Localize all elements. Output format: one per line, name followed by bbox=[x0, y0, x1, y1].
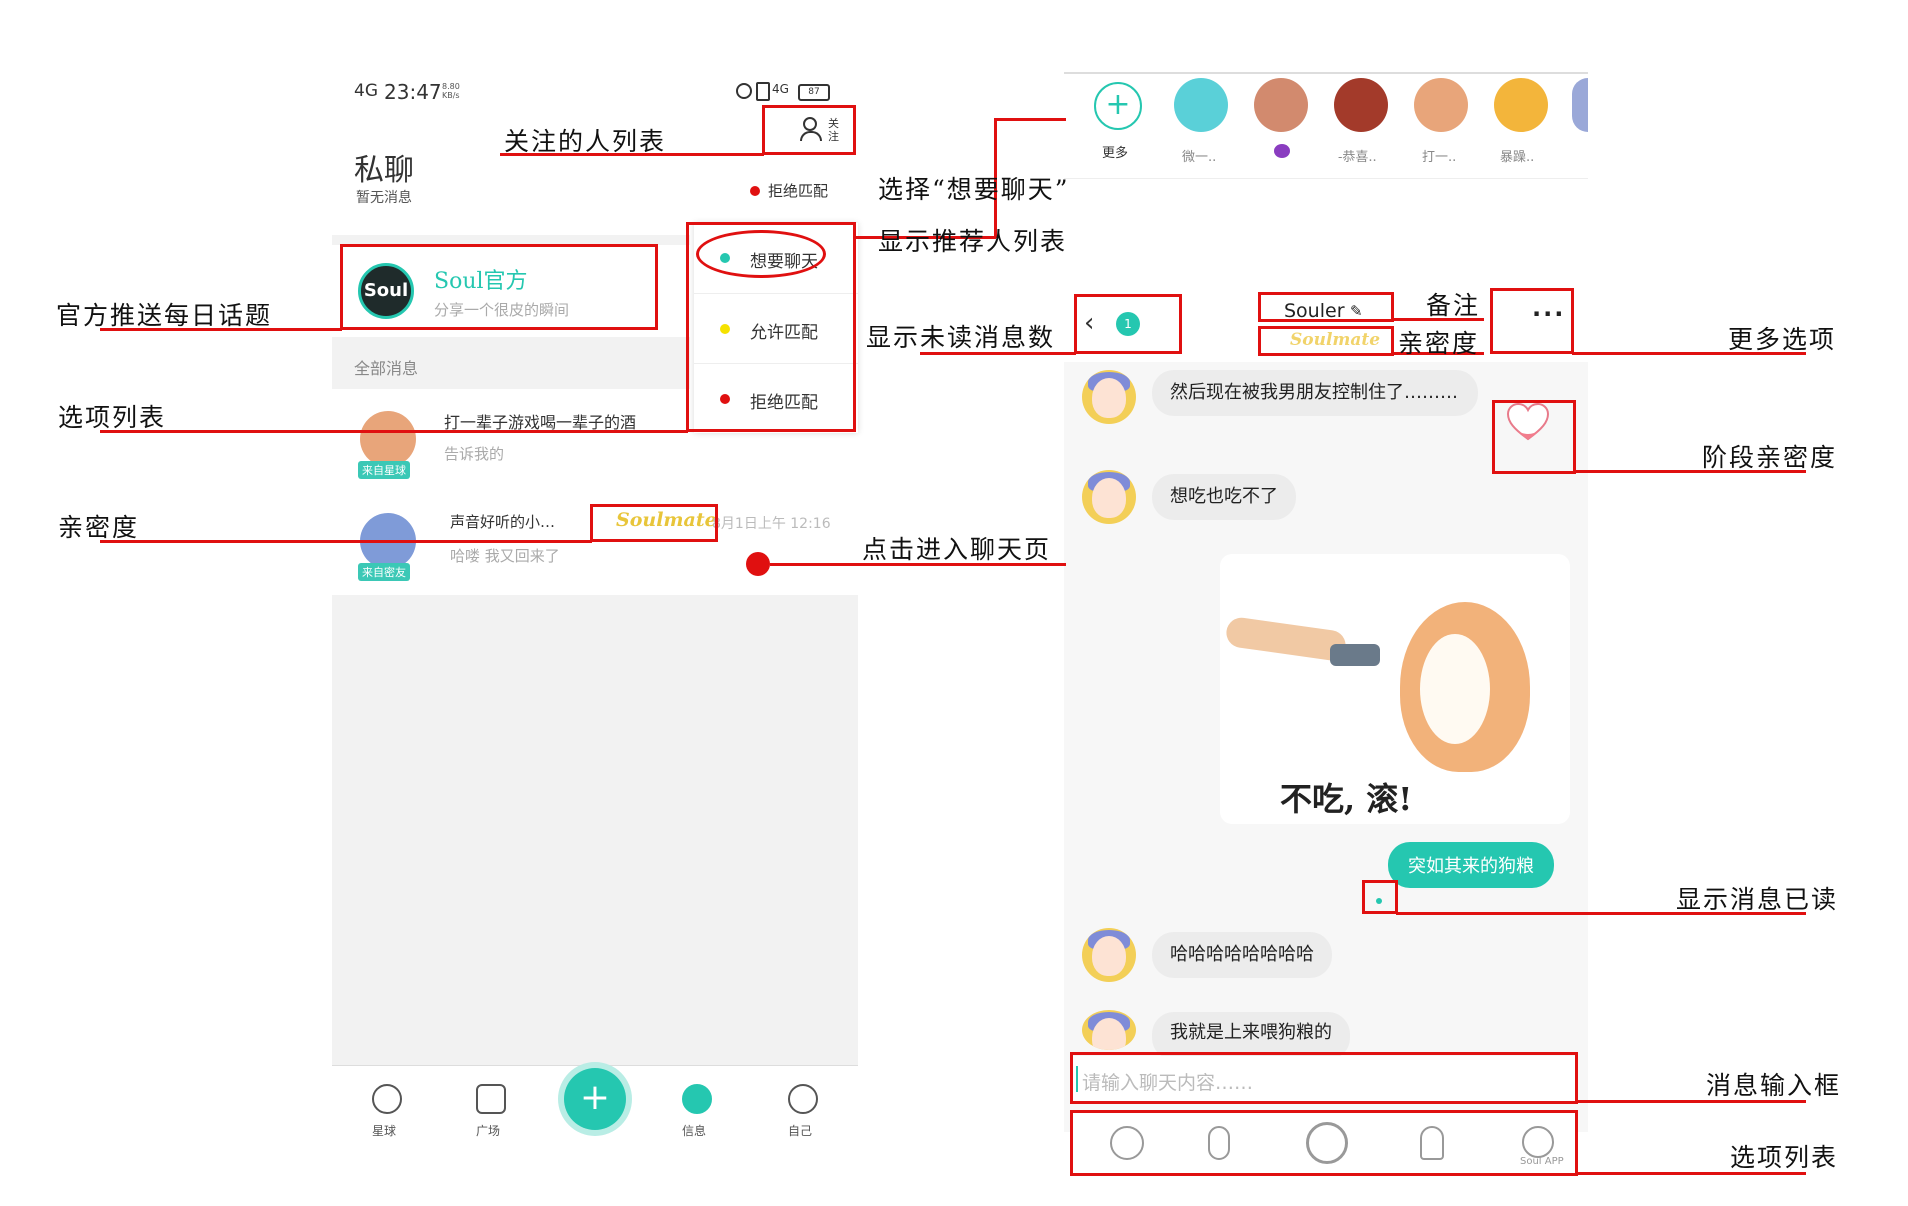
conversation-preview: 哈喽 我又回来了 bbox=[450, 547, 560, 565]
recommend-avatar[interactable] bbox=[1174, 78, 1228, 132]
annotation-box bbox=[1492, 400, 1576, 474]
annotation-box bbox=[1070, 1110, 1578, 1176]
battery-icon: 87 bbox=[798, 84, 830, 101]
page-title: 私聊 bbox=[354, 153, 414, 188]
alarm-icon bbox=[736, 83, 752, 99]
recommend-avatar[interactable] bbox=[1254, 78, 1308, 132]
bowl-shape bbox=[1330, 644, 1380, 666]
nav-messages[interactable]: 信息 bbox=[672, 1080, 722, 1138]
recommend-avatar[interactable] bbox=[1494, 78, 1548, 132]
annotation-intimacy: 亲密度 bbox=[58, 513, 140, 542]
annotation-line bbox=[100, 540, 592, 543]
contact-avatar bbox=[1082, 370, 1136, 424]
avatar-label: 更多 bbox=[1102, 146, 1129, 161]
avatar-label: 暴躁.. bbox=[1500, 150, 1535, 165]
annotation-unread: 显示未读消息数 bbox=[866, 323, 1056, 352]
annotation-box bbox=[590, 504, 718, 542]
message-bubble: 想吃也吃不了 bbox=[1152, 474, 1296, 520]
annotation-line bbox=[994, 118, 1066, 121]
annotation-box bbox=[1070, 1052, 1578, 1104]
devil-icon bbox=[1274, 144, 1290, 158]
status-time: 23:47 bbox=[384, 80, 442, 104]
annotation-options: 选项列表 bbox=[58, 403, 167, 432]
annotation-box bbox=[1258, 326, 1394, 356]
match-status[interactable]: 拒绝匹配 bbox=[768, 180, 828, 201]
nav-planet[interactable]: 星球 bbox=[362, 1080, 412, 1138]
bottom-nav: 星球 广场 + 信息 自己 bbox=[332, 1065, 858, 1146]
annotation-ellipse bbox=[696, 230, 826, 278]
source-tag: 来自密友 bbox=[358, 563, 410, 581]
smile-icon bbox=[788, 1084, 818, 1114]
annotation-box bbox=[1362, 880, 1398, 914]
chat-area: 然后现在被我男朋友控制住了……… 想吃也吃不了 不吃, 滚! 突如其来的狗粮 哈… bbox=[1064, 362, 1588, 1132]
nav-me[interactable]: 自己 bbox=[778, 1080, 828, 1138]
plus-icon[interactable]: + bbox=[1094, 82, 1142, 130]
nav-square[interactable]: 广场 bbox=[466, 1080, 516, 1138]
recommend-strip: + 更多 微一.. -恭喜.. 打一.. 暴躁.. bbox=[1064, 72, 1588, 179]
avatar-label: -恭喜.. bbox=[1338, 150, 1377, 165]
sticker-caption: 不吃, 滚! bbox=[1280, 780, 1413, 818]
planet-icon bbox=[372, 1084, 402, 1114]
contact-avatar bbox=[1082, 470, 1136, 524]
annotation-options-right: 选项列表 bbox=[1730, 1143, 1839, 1172]
contact-avatar bbox=[1082, 1010, 1136, 1050]
network-icon: 4G bbox=[772, 82, 789, 96]
recommend-avatar[interactable] bbox=[1414, 78, 1468, 132]
sticker-image[interactable]: 不吃, 滚! bbox=[1220, 554, 1570, 824]
annotation-official: 官方推送每日话题 bbox=[56, 301, 273, 330]
conversation-preview: 告诉我的 bbox=[444, 445, 505, 463]
annotation-choose: 选择“想要聊天” bbox=[878, 175, 1070, 204]
chat-bubble-icon bbox=[682, 1084, 712, 1114]
conversation-title: 声音好听的小… bbox=[450, 513, 556, 531]
source-tag: 来自星球 bbox=[358, 461, 410, 479]
avatar-label: 微一.. bbox=[1182, 150, 1217, 165]
publish-button[interactable]: + bbox=[564, 1068, 626, 1130]
annotation-box bbox=[1490, 288, 1574, 354]
annotation-line bbox=[100, 430, 688, 433]
annotation-box bbox=[762, 105, 856, 155]
avatar bbox=[360, 411, 416, 467]
annotation-input: 消息输入框 bbox=[1706, 1071, 1842, 1100]
section-label: 全部消息 bbox=[354, 359, 419, 378]
empty-area bbox=[332, 595, 858, 1065]
page-subtitle: 暂无消息 bbox=[356, 190, 412, 206]
recommend-avatar[interactable] bbox=[1334, 78, 1388, 132]
avatar-label: 打一.. bbox=[1422, 150, 1457, 165]
status-speed: 8.80 KB/s bbox=[442, 82, 460, 100]
annotation-box bbox=[340, 244, 658, 330]
annotation-intimacy-right: 亲密度 bbox=[1398, 329, 1480, 358]
annotation-point bbox=[746, 552, 770, 576]
status-dot bbox=[750, 186, 760, 196]
annotation-box bbox=[1074, 294, 1182, 354]
dog-belly bbox=[1420, 634, 1490, 744]
annotation-box bbox=[1258, 292, 1394, 322]
home-icon bbox=[476, 1084, 506, 1114]
annotation-read-receipt: 显示消息已读 bbox=[1676, 885, 1839, 914]
my-message-bubble: 突如其来的狗粮 bbox=[1388, 842, 1554, 888]
status-signal: 4G bbox=[354, 81, 378, 101]
contact-avatar bbox=[1082, 928, 1136, 982]
conversation-time: 8月1日上午 12:16 bbox=[712, 516, 831, 532]
annotation-following: 关注的人列表 bbox=[504, 127, 667, 156]
annotation-recommend: 显示推荐人列表 bbox=[878, 227, 1068, 256]
annotation-enter-chat: 点击进入聊天页 bbox=[862, 535, 1052, 564]
recommend-avatar[interactable] bbox=[1572, 78, 1588, 132]
vibrate-icon bbox=[756, 82, 770, 101]
annotation-more: 更多选项 bbox=[1728, 325, 1837, 354]
annotation-remark: 备注 bbox=[1426, 291, 1481, 320]
annotation-stage-intimacy: 阶段亲密度 bbox=[1702, 443, 1838, 472]
message-bubble: 然后现在被我男朋友控制住了……… bbox=[1152, 370, 1478, 416]
message-bubble: 哈哈哈哈哈哈哈哈 bbox=[1152, 932, 1332, 978]
